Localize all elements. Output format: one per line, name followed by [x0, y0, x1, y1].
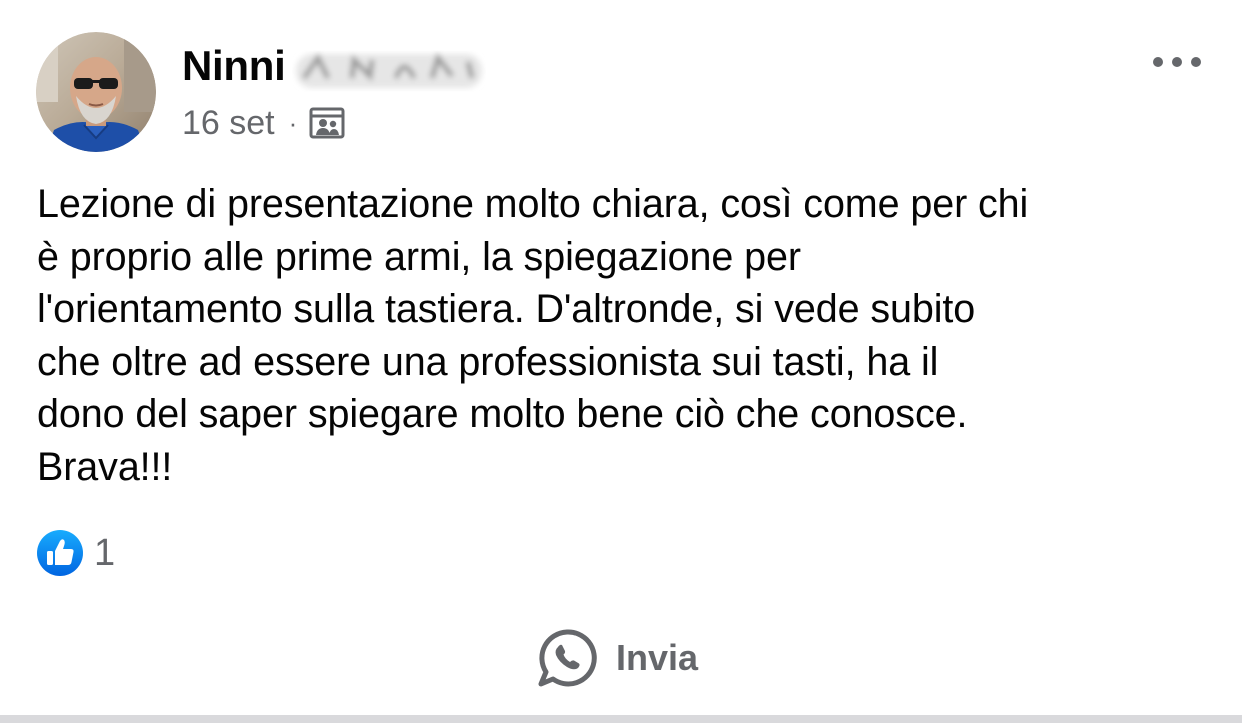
post-date[interactable]: 16 set [182, 104, 275, 143]
avatar-photo [36, 32, 156, 152]
send-button[interactable]: Invia [536, 626, 698, 690]
post-meta: 16 set · [182, 102, 345, 144]
whatsapp-icon [538, 629, 597, 687]
reactions-summary[interactable]: 1 [36, 530, 115, 576]
bottom-divider [0, 715, 1242, 723]
meta-separator: · [288, 107, 298, 138]
redaction-blur [296, 52, 482, 88]
like-icon [37, 530, 83, 576]
group-audience-icon [309, 107, 345, 139]
author-avatar[interactable] [36, 32, 156, 152]
like-count: 1 [94, 531, 116, 574]
send-label: Invia [616, 637, 699, 678]
post-body-text: Lezione di presentazione molto chiara, c… [37, 182, 1029, 489]
author-name[interactable]: Ninni [182, 42, 286, 90]
more-options-icon[interactable] [1150, 52, 1204, 72]
post-card: Ninni 16 set · Lezione di presentazione … [0, 0, 1242, 723]
